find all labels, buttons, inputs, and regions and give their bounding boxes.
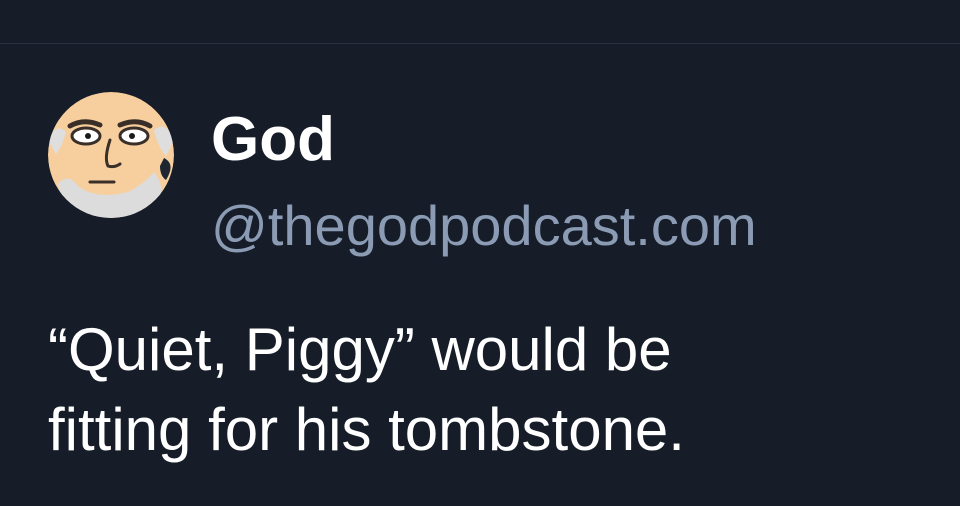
author-avatar[interactable] <box>48 92 174 218</box>
post-text-line: fitting for his tombstone. <box>48 396 685 463</box>
author-handle[interactable]: @thegodpodcast.com <box>211 193 757 259</box>
top-divider <box>0 43 960 44</box>
post-text: “Quiet, Piggy” would be fitting for his … <box>48 310 928 470</box>
author-display-name[interactable]: God <box>211 104 335 176</box>
post-text-line: “Quiet, Piggy” would be <box>48 316 672 383</box>
cartoon-old-man-avatar-icon <box>48 92 174 218</box>
